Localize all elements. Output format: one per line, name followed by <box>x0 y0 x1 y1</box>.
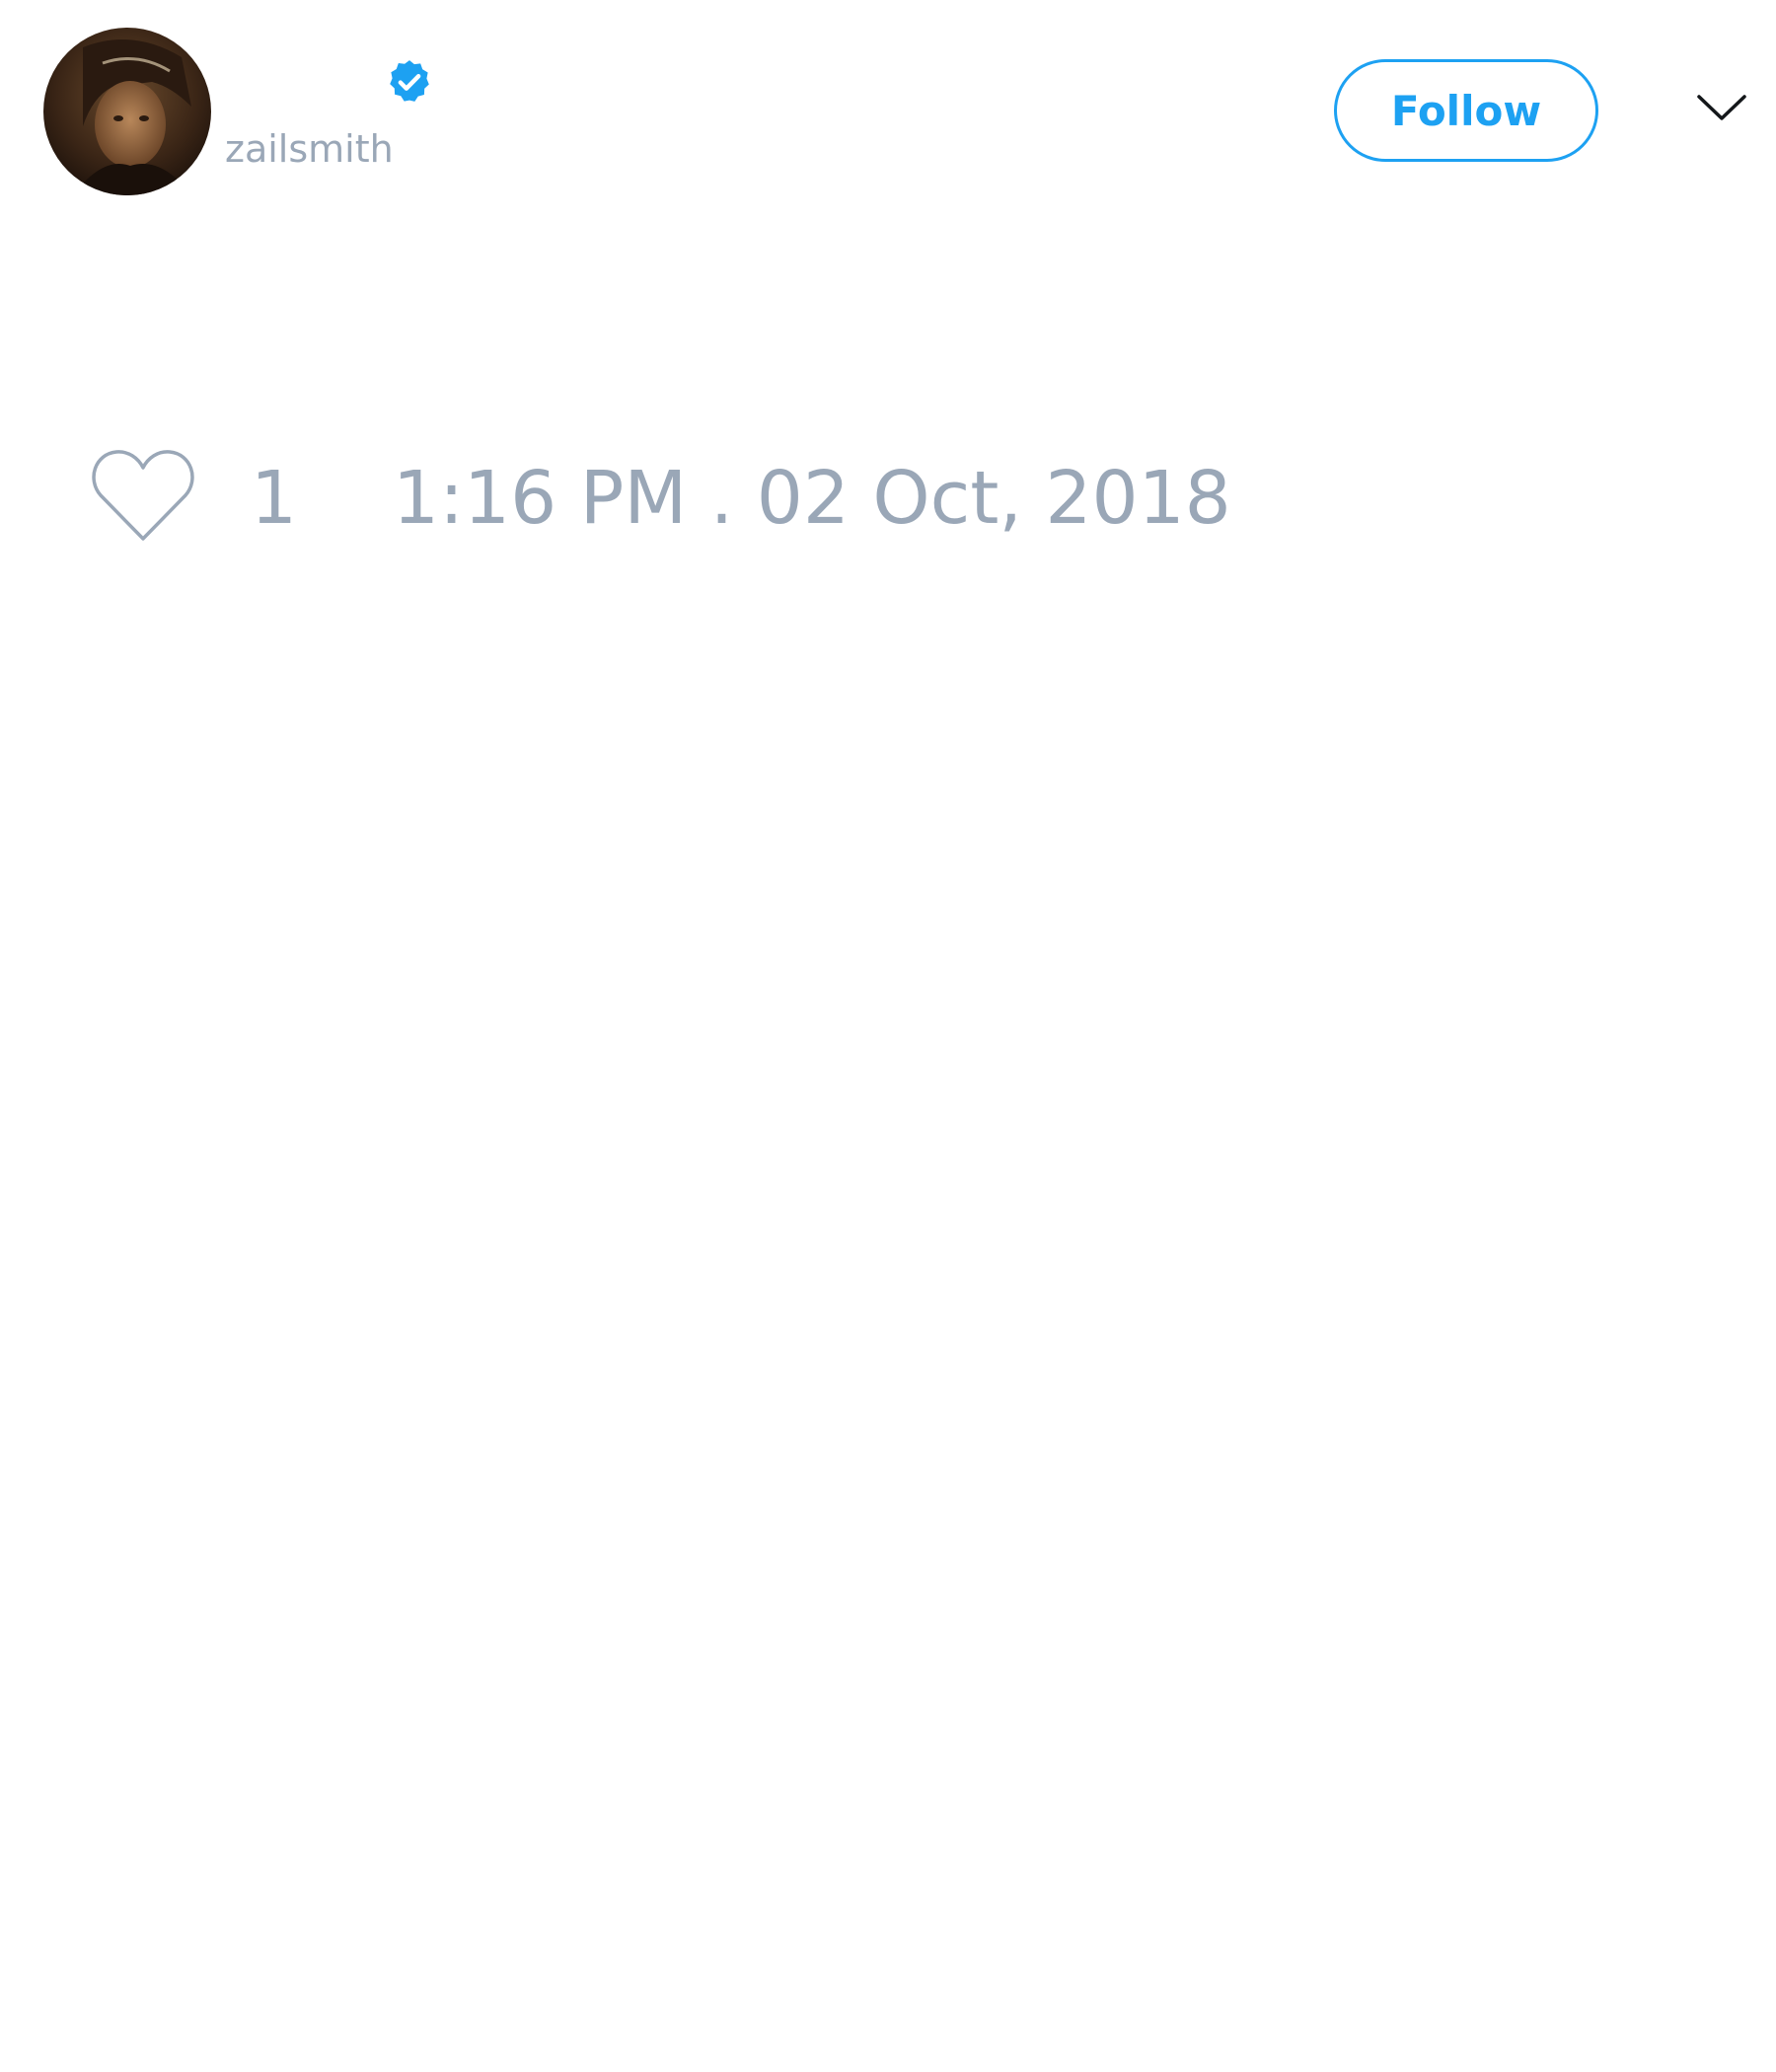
tweet-timestamp[interactable]: 1:16 PM . 02 Oct, 2018 <box>393 456 1231 541</box>
verified-badge-icon <box>390 60 429 102</box>
chevron-down-icon[interactable] <box>1695 91 1748 124</box>
tweet-card: zailsmith Follow 1 1:16 PM . 02 Oct, 201… <box>0 0 1776 2072</box>
follow-button[interactable]: Follow <box>1334 59 1598 162</box>
avatar[interactable] <box>43 28 211 195</box>
heart-outline-icon[interactable] <box>89 446 197 545</box>
author-username[interactable]: zailsmith <box>225 124 394 174</box>
avatar-image <box>43 28 211 195</box>
like-count: 1 <box>251 456 298 541</box>
